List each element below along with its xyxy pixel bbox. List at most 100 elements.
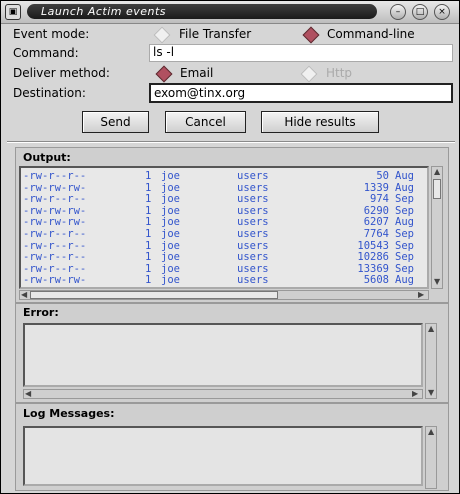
output-cell-user: joe [161,204,180,217]
output-cell-user: joe [161,239,180,252]
radio-email-label[interactable]: Email [180,66,213,80]
radio-file-transfer[interactable] [153,26,171,44]
error-title: Error: [23,306,59,319]
error-scroll-left-icon[interactable]: ◀ [25,390,31,398]
output-cell-group: users [237,228,269,240]
event-mode-label: Event mode: [13,27,90,41]
radio-email[interactable] [155,65,173,83]
cancel-button[interactable]: Cancel [165,111,246,133]
output-row: -rw-rw-rw- 1 joe users 5608 Aug [21,274,427,286]
output-cell-month: Aug [395,274,414,287]
output-text[interactable]: -rw-r--r-- 1 joe users 50 Aug -rw-rw-rw- 1 joe us… [19,166,429,289]
send-button[interactable]: Send [82,111,149,133]
output-cell-month: Sep [395,228,414,240]
output-cell-month: Sep [395,262,414,275]
command-input[interactable]: ls -l [149,44,453,62]
output-cell-month: Aug [395,181,414,194]
scroll-up-icon[interactable]: ▲ [434,168,440,176]
output-row: -rw-r--r-- 1 joe users 974 Sep [21,193,427,205]
error-text[interactable] [23,323,423,387]
window-menu-icon[interactable]: ▣ [5,4,21,20]
maximize-icon[interactable]: □ [412,4,428,20]
scroll-right-icon[interactable]: ▶ [418,291,424,299]
output-cell-perm: -rw-r--r-- [23,193,87,206]
output-cell-links: 1 [145,170,152,182]
radio-command-line-label[interactable]: Command-line [327,27,415,41]
radio-command-line[interactable] [302,26,320,44]
error-scroll-down-icon[interactable]: ▼ [428,389,434,397]
output-cell-size: 6290 [363,204,389,217]
output-cell-perm: -rw-r--r-- [23,251,87,264]
output-cell-perm: -rw-rw-rw- [23,274,87,287]
output-cell-size: 50 [376,170,389,182]
error-vertical-scrollbar[interactable]: ▲ ▼ [425,323,437,399]
radio-http-label: Http [326,66,353,80]
radio-file-transfer-label[interactable]: File Transfer [179,27,251,41]
output-cell-month: Sep [395,239,414,252]
output-cell-size: 7764 [363,228,389,240]
output-cell-links: 1 [145,204,152,217]
output-row: -rw-rw-rw- 1 joe users 1339 Aug [21,182,427,194]
output-cell-links: 1 [145,251,152,264]
log-scroll-up-icon[interactable]: ▲ [428,428,434,436]
output-cell-user: joe [161,262,180,275]
output-cell-group: users [237,193,269,206]
output-cell-perm: -rw-rw-rw- [23,204,87,217]
error-scroll-right-icon[interactable]: ▶ [412,390,418,398]
output-cell-month: Sep [395,204,414,217]
output-cell-size: 13369 [357,262,389,275]
destination-input[interactable]: exom@tinx.org [149,83,453,103]
launch-window: ▣ Launch Actim events – □ × Event mode: … [0,0,460,494]
output-cell-size: 10543 [357,239,389,252]
output-cell-group: users [237,170,269,182]
log-text[interactable] [23,426,423,486]
output-cell-user: joe [161,181,180,194]
radio-http [300,65,318,83]
output-cell-size: 5608 [363,274,389,287]
output-cell-group: users [237,262,269,275]
output-cell-user: joe [161,274,180,287]
output-cell-perm: -rw-r--r-- [23,239,87,252]
error-scroll-up-icon[interactable]: ▲ [428,325,434,333]
output-row: -rw-rw-rw- 1 joe users 6207 Aug [21,216,427,228]
output-cell-group: users [237,274,269,287]
output-cell-group: users [237,216,269,229]
output-cell-group: users [237,181,269,194]
output-row: -rw-r--r-- 1 joe users 10286 Sep [21,251,427,263]
window-title: Launch Actim events [27,4,377,19]
output-cell-size: 974 [370,193,389,206]
output-cell-perm: -rw-r--r-- [23,170,87,182]
output-cell-group: users [237,239,269,252]
output-cell-links: 1 [145,262,152,275]
deliver-method-label: Deliver method: [13,66,110,80]
command-label: Command: [13,46,79,60]
output-cell-user: joe [161,216,180,229]
close-icon[interactable]: × [434,4,450,20]
log-vertical-scrollbar[interactable]: ▲ [425,426,437,489]
output-vertical-scrollbar[interactable]: ▲ ▼ [431,166,443,289]
minimize-icon[interactable]: – [390,4,406,20]
output-hscroll-thumb[interactable] [30,291,278,299]
output-cell-perm: -rw-r--r-- [23,228,87,240]
output-cell-size: 1339 [363,181,389,194]
log-title: Log Messages: [23,407,115,420]
hide-results-button[interactable]: Hide results [261,111,379,133]
output-cell-user: joe [161,193,180,206]
output-cell-user: joe [161,251,180,264]
output-cell-month: Sep [395,251,414,264]
output-row: -rw-rw-rw- 1 joe users 6290 Sep [21,205,427,217]
output-cell-links: 1 [145,228,152,240]
output-cell-size: 10286 [357,251,389,264]
output-cell-size: 6207 [363,216,389,229]
output-cell-month: Sep [395,193,414,206]
output-cell-links: 1 [145,181,152,194]
scroll-left-icon[interactable]: ◀ [21,291,27,299]
output-cell-group: users [237,251,269,264]
output-vscroll-thumb[interactable] [433,179,441,199]
error-horizontal-scrollbar[interactable]: ◀ ▶ [23,389,423,399]
scroll-down-icon[interactable]: ▼ [434,278,440,286]
output-row: -rw-r--r-- 1 joe users 10543 Sep [21,240,427,252]
output-horizontal-scrollbar[interactable]: ◀ ▶ [19,290,429,300]
output-cell-links: 1 [145,216,152,229]
output-cell-links: 1 [145,274,152,287]
